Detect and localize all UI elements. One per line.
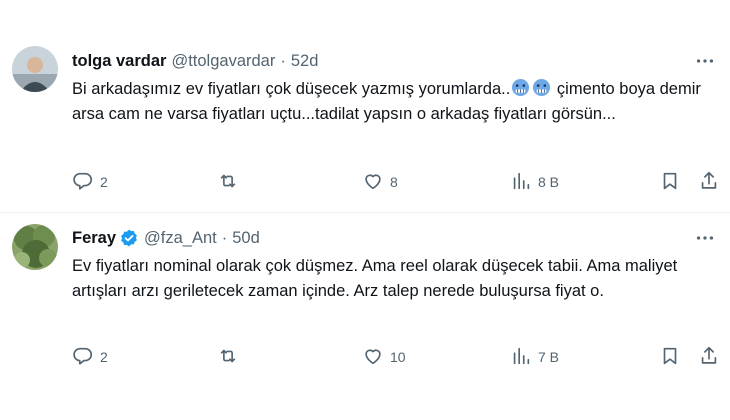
avatar[interactable] [12,224,58,270]
retweet-icon [217,345,239,370]
views-button[interactable]: 7 B [510,342,559,372]
like-count: 10 [390,349,406,365]
tweet[interactable]: tolga vardar @ttolgavardar · 52d Bi arka… [0,30,730,212]
tweet[interactable]: Feray @fza_Ant · 50d Ev fiyatları nomina… [0,212,730,390]
views-count: 8 B [538,174,560,190]
more-icon[interactable] [694,227,716,249]
share-icon [698,345,720,370]
reply-count: 2 [100,349,108,365]
timestamp[interactable]: 52d [291,52,319,71]
bookmark-icon [659,170,681,195]
like-count: 8 [390,174,398,190]
views-count: 7 B [538,349,560,365]
tweet-text: Ev fiyatları nominal olarak çok düşmez. … [72,257,678,300]
bookmark-icon [659,345,681,370]
share-button[interactable] [698,167,720,197]
reply-icon [72,170,94,195]
tweet-header: Feray @fza_Ant · 50d [72,227,730,249]
bookmark-button[interactable] [659,167,681,197]
heart-icon [362,345,384,370]
tweet-actions: 2 10 7 B [64,342,724,372]
verified-badge-icon [119,228,139,248]
like-button[interactable]: 10 [362,342,406,372]
bookmark-button[interactable] [659,342,681,372]
more-icon[interactable] [694,50,716,72]
retweet-button[interactable] [217,342,245,372]
display-name[interactable]: Feray [72,229,116,248]
display-name[interactable]: tolga vardar [72,52,166,71]
separator: · [280,51,286,70]
like-button[interactable]: 8 [362,167,398,197]
reply-button[interactable]: 2 [72,342,108,372]
share-button[interactable] [698,342,720,372]
tweet-text-part: Bi arkadaşımız ev fiyatları çok düşecek … [72,80,511,98]
avatar[interactable] [12,46,58,92]
tweet-header: tolga vardar @ttolgavardar · 52d [72,50,730,72]
separator: · [221,228,228,247]
reply-count: 2 [100,174,108,190]
user-handle[interactable]: @ttolgavardar [171,52,275,71]
share-icon [698,170,720,195]
timestamp[interactable]: 50d [232,229,260,248]
reply-icon [72,345,94,370]
reply-button[interactable]: 2 [72,167,108,197]
user-handle[interactable]: @fza_Ant [144,229,217,248]
heart-icon [362,170,384,195]
retweet-button[interactable] [217,167,245,197]
views-button[interactable]: 8 B [510,167,559,197]
tweet-text: Bi arkadaşımız ev fiyatları çok düşecek … [72,77,712,127]
tweet-actions: 2 8 8 B [64,167,724,197]
views-icon [510,170,532,195]
cold-face-emoji [532,78,551,97]
cold-face-emoji [511,78,530,97]
retweet-icon [217,170,239,195]
views-icon [510,345,532,370]
